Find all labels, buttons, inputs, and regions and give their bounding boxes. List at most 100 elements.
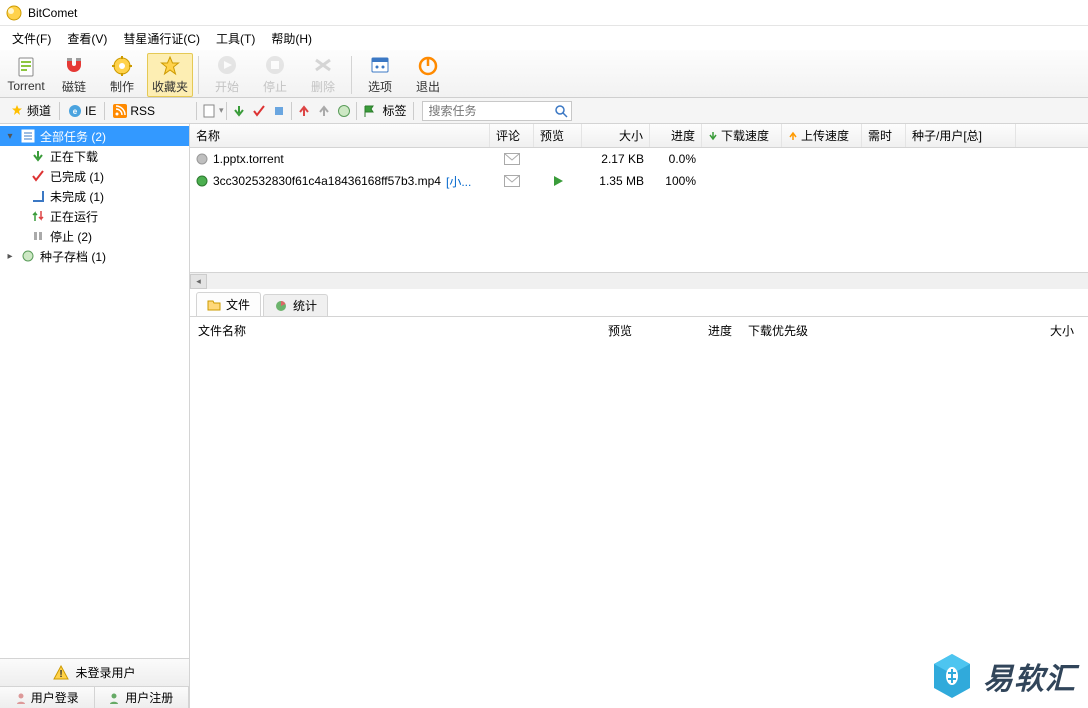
main-toolbar: Torrent 磁链 制作 收藏夹 开始 停止 删除 选项 退出 <box>0 50 1088 98</box>
subbar-up-grey-button[interactable] <box>314 101 334 121</box>
hscrollbar[interactable]: ◂ <box>190 272 1088 289</box>
play-green-icon[interactable] <box>552 175 564 187</box>
tree-running[interactable]: 正在运行 <box>0 206 189 226</box>
collapse-icon[interactable]: ▾ <box>4 131 16 142</box>
svg-text:e: e <box>73 107 78 116</box>
star-icon <box>158 55 182 77</box>
col-name[interactable]: 名称 <box>190 124 490 147</box>
scroll-left-button[interactable]: ◂ <box>190 274 207 289</box>
subbar-up-red-button[interactable] <box>294 101 314 121</box>
gear-icon <box>110 55 134 77</box>
col-comment[interactable]: 评论 <box>490 124 534 147</box>
col-time[interactable]: 需时 <box>862 124 906 147</box>
tab-stats[interactable]: 统计 <box>263 294 328 316</box>
subbar-ie[interactable]: e IE <box>62 104 102 118</box>
toolbar-favorites-button[interactable]: 收藏夹 <box>147 53 193 97</box>
col-preview[interactable]: 预览 <box>534 124 582 147</box>
menu-bar: 文件(F) 查看(V) 彗星通行证(C) 工具(T) 帮助(H) <box>0 26 1088 50</box>
subbar-channel[interactable]: 频道 <box>4 102 57 119</box>
menu-help[interactable]: 帮助(H) <box>263 28 320 49</box>
fcol-priority[interactable]: 下载优先级 <box>740 322 830 339</box>
toolbar-exit-button[interactable]: 退出 <box>405 53 451 97</box>
file-icon <box>14 56 38 78</box>
tab-file[interactable]: 文件 <box>196 292 261 316</box>
toolbar-options-button[interactable]: 选项 <box>357 53 403 97</box>
fcol-progress[interactable]: 进度 <box>660 322 740 339</box>
expand-icon[interactable]: ▸ <box>4 251 16 262</box>
login-button[interactable]: 用户登录 <box>0 687 95 708</box>
check-icon <box>252 104 266 118</box>
col-ulspeed[interactable]: 上传速度 <box>782 124 862 147</box>
delete-icon <box>311 55 335 77</box>
file-header: 文件名称 预览 进度 下载优先级 大小 <box>190 317 1088 341</box>
pause-grey-icon <box>30 228 46 244</box>
watermark-text: 易软汇 <box>983 654 1076 698</box>
menu-file[interactable]: 文件(F) <box>4 28 59 49</box>
subbar-down-button[interactable] <box>229 101 249 121</box>
fcol-size[interactable]: 大小 <box>830 322 1088 339</box>
tree-archive[interactable]: ▸ 种子存档 (1) <box>0 246 189 266</box>
subbar-stop2-button[interactable] <box>269 101 289 121</box>
check-red-icon <box>30 168 46 184</box>
arrow-down-green-icon <box>30 148 46 164</box>
status-dot-green-icon <box>196 175 208 187</box>
user-status-box: ! 未登录用户 <box>0 658 189 686</box>
col-size[interactable]: 大小 <box>582 124 650 147</box>
detail-tabs: 文件 统计 <box>190 289 1088 317</box>
tree-unfinished[interactable]: 未完成 (1) <box>0 186 189 206</box>
toolbar-start-button[interactable]: 开始 <box>204 53 250 97</box>
subbar-globe-button[interactable] <box>334 101 354 121</box>
app-logo-icon <box>6 5 22 21</box>
task-name: 3cc302532830f61c4a18436168ff57b3.mp4 <box>213 174 441 188</box>
tree-all-tasks[interactable]: ▾ 全部任务 (2) <box>0 126 189 146</box>
pie-icon <box>274 299 288 313</box>
toolbar-stop-button[interactable]: 停止 <box>252 53 298 97</box>
tree-stopped[interactable]: 停止 (2) <box>0 226 189 246</box>
subbar-rss[interactable]: RSS <box>107 104 161 118</box>
subbar-flag-button[interactable] <box>359 101 379 121</box>
toolbar-separator <box>351 56 352 94</box>
user-buttons: 用户登录 用户注册 <box>0 686 189 708</box>
search-icon[interactable] <box>554 104 568 118</box>
task-row[interactable]: 3cc302532830f61c4a18436168ff57b3.mp4 [小.… <box>190 170 1088 192</box>
tree-finished[interactable]: 已完成 (1) <box>0 166 189 186</box>
power-icon <box>416 55 440 77</box>
toolbar-delete-button[interactable]: 删除 <box>300 53 346 97</box>
task-row[interactable]: 1.pptx.torrent 2.17 KB 0.0% <box>190 148 1088 170</box>
fcol-preview[interactable]: 预览 <box>600 322 660 339</box>
subbar-check-button[interactable] <box>249 101 269 121</box>
content-area: 名称 评论 预览 大小 进度 下载速度 上传速度 需时 种子/用户[总] <box>190 124 1088 708</box>
fcol-name[interactable]: 文件名称 <box>190 322 600 339</box>
task-link[interactable]: [小... <box>446 173 471 190</box>
svg-text:!: ! <box>60 669 63 680</box>
toolbar-magnet-button[interactable]: 磁链 <box>51 53 97 97</box>
task-list: 名称 评论 预览 大小 进度 下载速度 上传速度 需时 种子/用户[总] <box>190 124 1088 289</box>
menu-tools[interactable]: 工具(T) <box>208 28 263 49</box>
tree-downloading[interactable]: 正在下载 <box>0 146 189 166</box>
register-button[interactable]: 用户注册 <box>95 687 190 708</box>
col-progress[interactable]: 进度 <box>650 124 702 147</box>
subbar-new-button[interactable] <box>199 101 219 121</box>
ie-icon: e <box>68 104 82 118</box>
toolbar-torrent-button[interactable]: Torrent <box>3 53 49 97</box>
arrow-down-green-icon <box>708 131 718 141</box>
col-seed-user[interactable]: 种子/用户[总] <box>906 124 1016 147</box>
task-name: 1.pptx.torrent <box>213 152 284 166</box>
warning-icon: ! <box>53 665 69 681</box>
mail-icon[interactable] <box>504 153 520 165</box>
menu-view[interactable]: 查看(V) <box>59 28 115 49</box>
globe-icon <box>337 104 351 118</box>
list-icon <box>20 128 36 144</box>
updown-icon <box>30 208 46 224</box>
col-dlspeed[interactable]: 下载速度 <box>702 124 782 147</box>
arrow-down-icon <box>232 104 246 118</box>
search-input[interactable] <box>422 101 572 121</box>
mail-icon[interactable] <box>504 175 520 187</box>
subbar-tags[interactable]: 标签 <box>379 102 411 119</box>
menu-pass[interactable]: 彗星通行证(C) <box>115 28 208 49</box>
sidebar: ▾ 全部任务 (2) 正在下载 已完成 (1) 未完成 (1) 正在运行 <box>0 124 190 708</box>
toolbar-separator <box>198 56 199 94</box>
toolbar-make-button[interactable]: 制作 <box>99 53 145 97</box>
status-dot-grey-icon <box>196 153 208 165</box>
square-blue-icon <box>30 188 46 204</box>
